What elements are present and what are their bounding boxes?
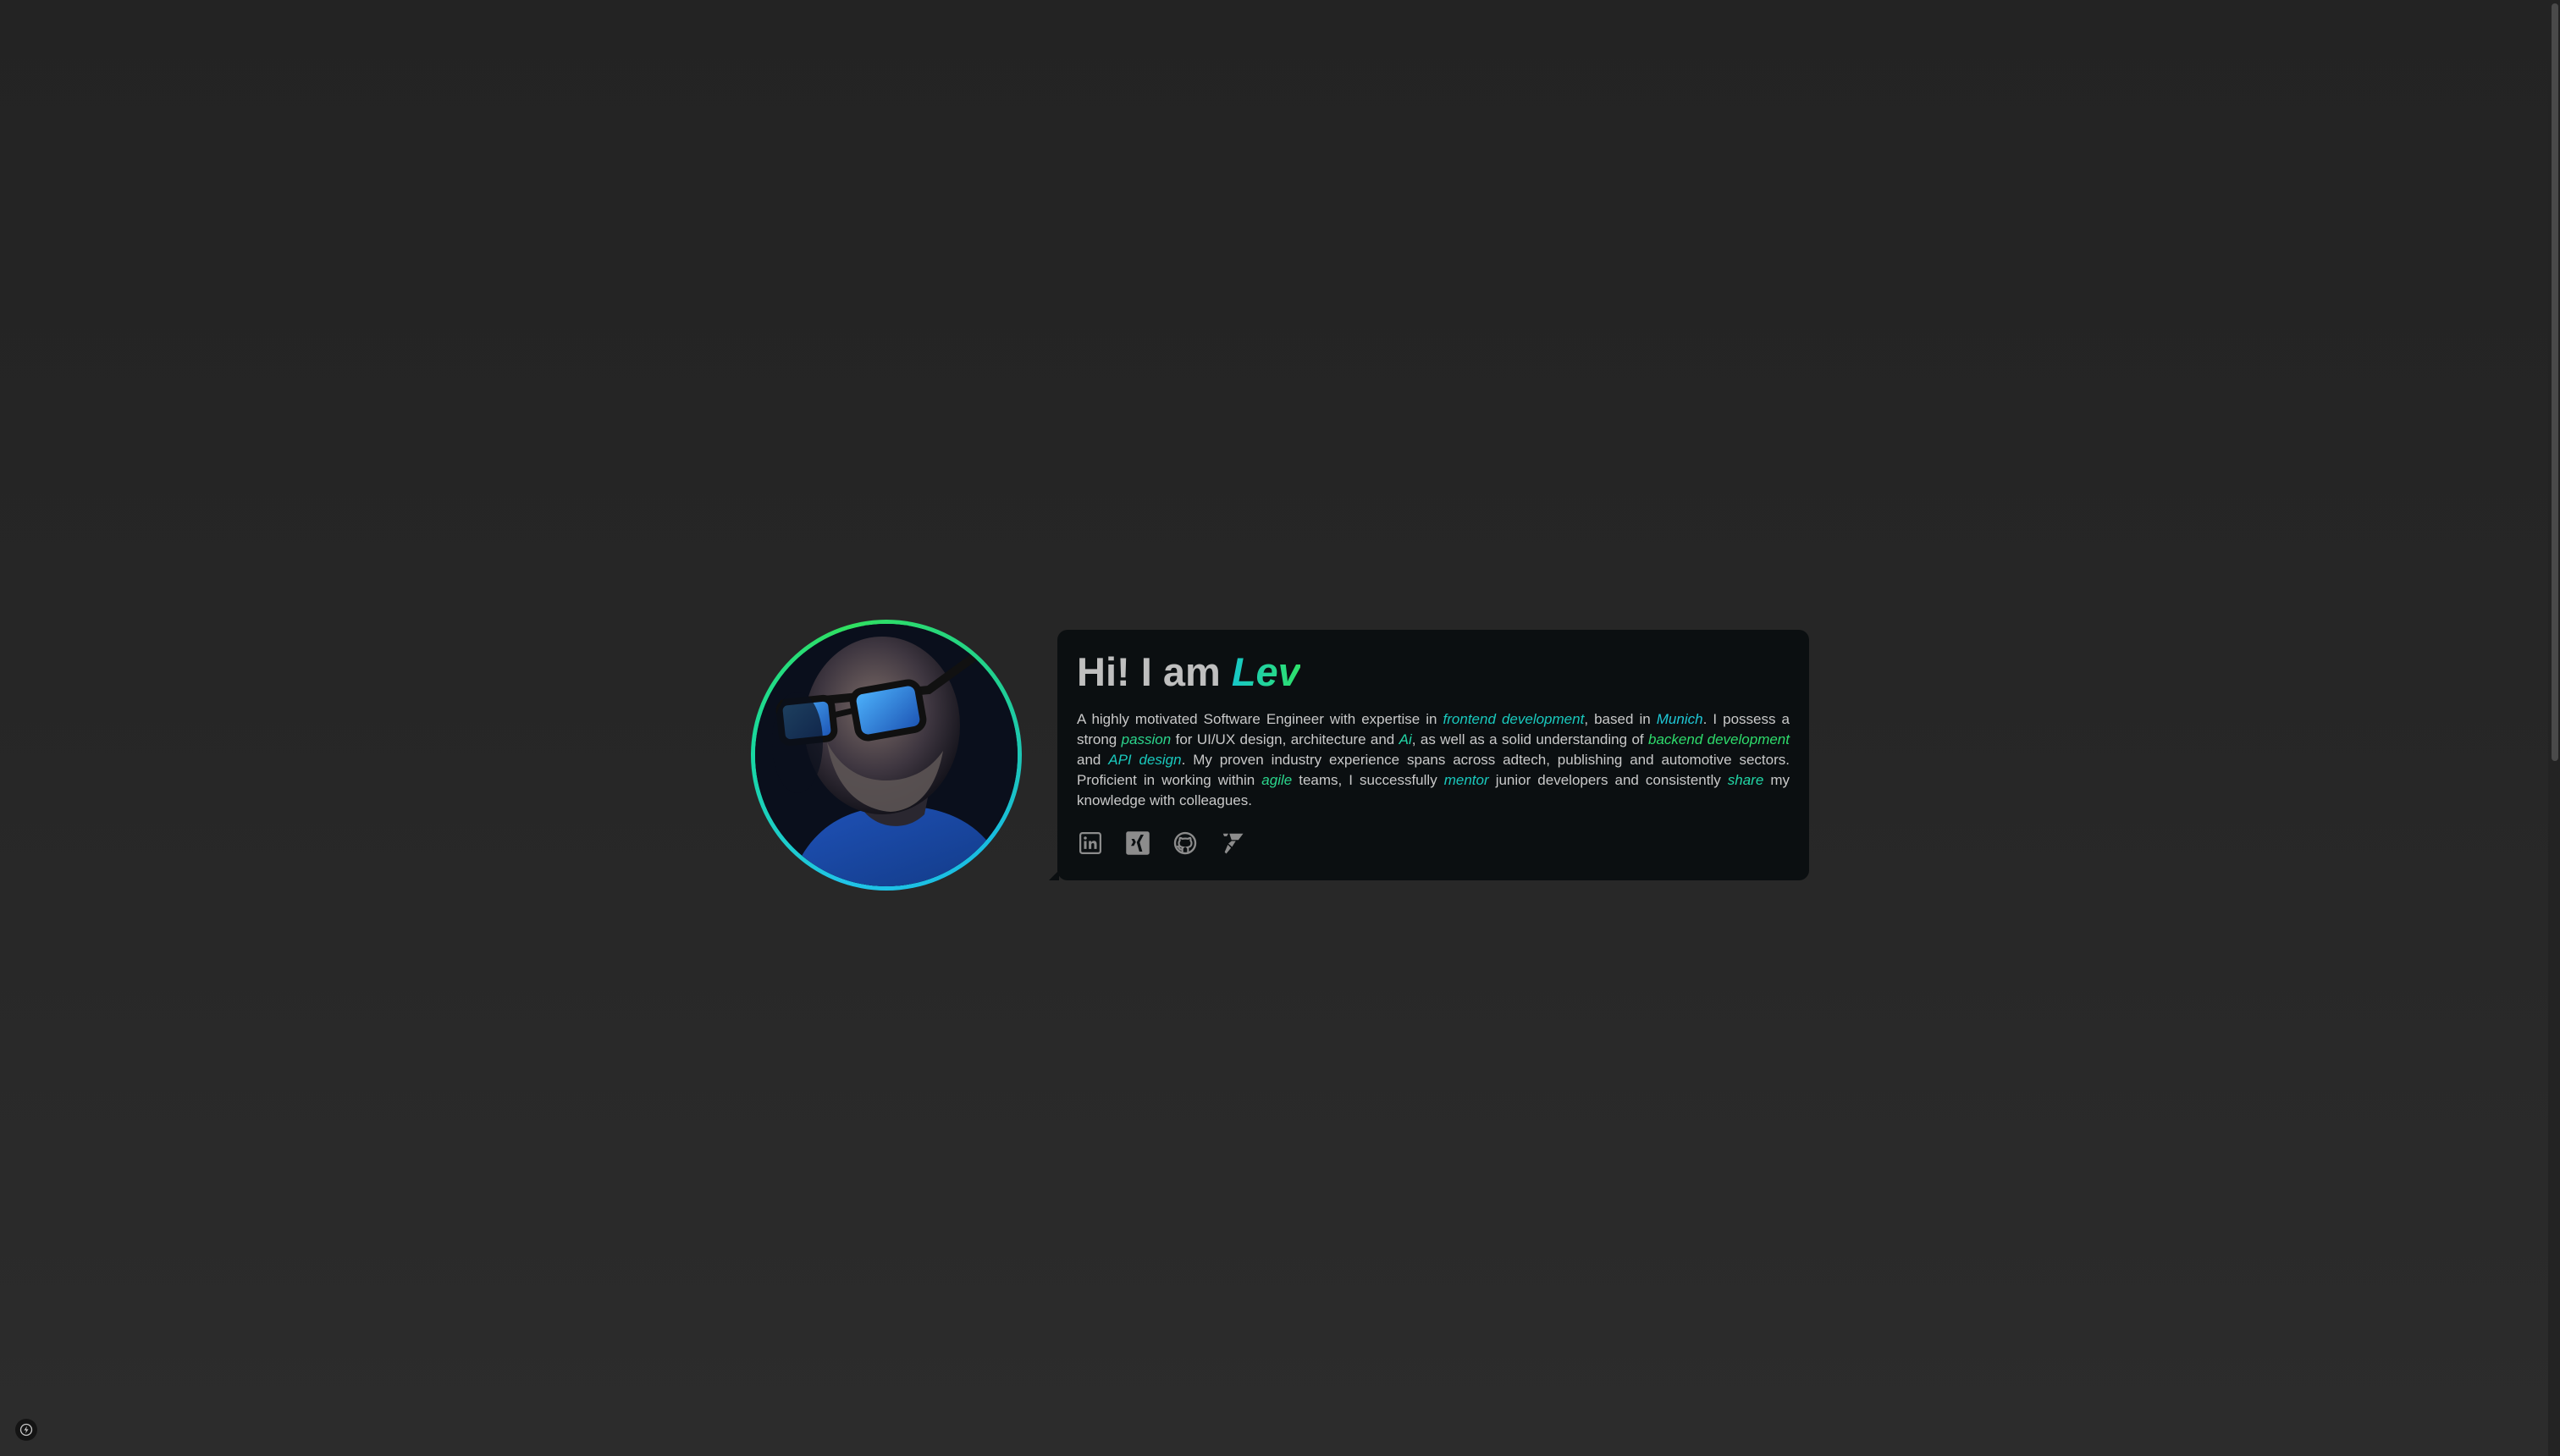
social-links (1077, 830, 1790, 857)
bio-text: junior developers and consistently (1488, 772, 1728, 788)
bio-highlight: agile (1261, 772, 1293, 788)
page-title: Hi! I am Lev (1077, 648, 1790, 696)
avatar (755, 624, 1018, 886)
bio-highlight: Munich (1656, 711, 1703, 727)
dev-toolbar-button[interactable] (15, 1419, 37, 1441)
hero-section: Hi! I am Lev A highly motivated Software… (751, 620, 1809, 891)
bio-paragraph: A highly motivated Software Engineer wit… (1077, 709, 1790, 811)
freelancer-link[interactable] (1219, 830, 1246, 857)
bio-text: teams, I successfully (1292, 772, 1444, 788)
greeting-text: Hi! I am (1077, 649, 1232, 694)
bio-text: and (1077, 752, 1109, 768)
bio-highlight: share (1727, 772, 1764, 788)
bio-text: for UI/UX design, architecture and (1171, 731, 1399, 747)
bio-highlight: backend development (1648, 731, 1790, 747)
github-link[interactable] (1172, 830, 1199, 857)
bio-text: , as well as a solid understanding of (1411, 731, 1648, 747)
linkedin-link[interactable] (1077, 830, 1104, 857)
xing-link[interactable] (1124, 830, 1151, 857)
bio-highlight: passion (1121, 731, 1172, 747)
linkedin-icon (1079, 832, 1101, 854)
freelancer-icon (1222, 833, 1244, 854)
avatar-ring (751, 620, 1022, 891)
page-scrollbar[interactable] (2548, 0, 2560, 1456)
github-icon (1173, 831, 1197, 855)
bio-highlight: API design (1108, 752, 1182, 768)
scrollbar-thumb[interactable] (2552, 3, 2558, 761)
bio-highlight: Ai (1399, 731, 1412, 747)
bio-highlight: frontend development (1443, 711, 1585, 727)
portrait-image (755, 624, 1018, 886)
bio-text: A highly motivated Software Engineer wit… (1077, 711, 1443, 727)
xing-icon (1126, 831, 1150, 855)
bio-highlight: mentor (1443, 772, 1489, 788)
intro-card: Hi! I am Lev A highly motivated Software… (1049, 630, 1809, 880)
bio-text: , based in (1584, 711, 1657, 727)
name-highlight: Lev (1231, 649, 1300, 694)
lightning-icon (19, 1423, 33, 1437)
